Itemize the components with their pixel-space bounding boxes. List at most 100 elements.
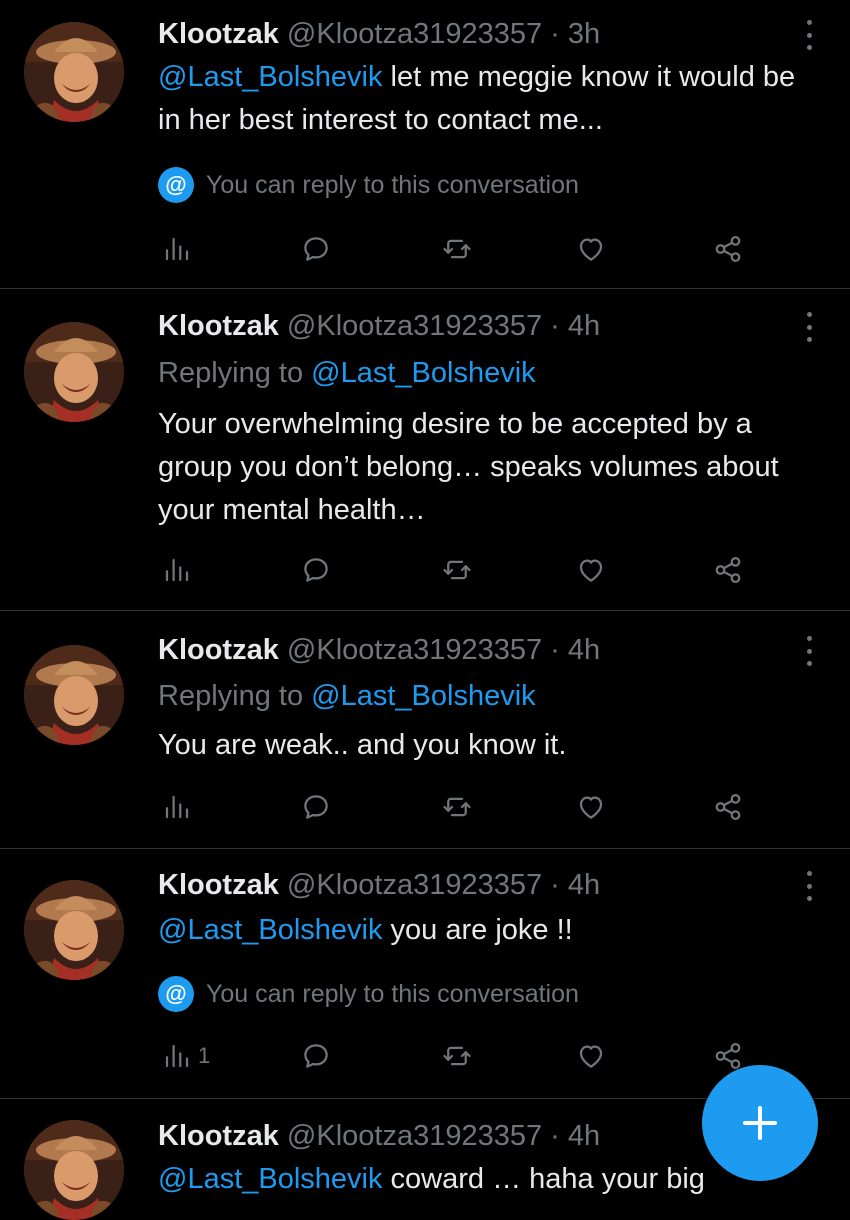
analytics-icon bbox=[162, 1041, 192, 1071]
tweet-text: @Last_Bolshevik coward … haha your big bbox=[158, 1158, 758, 1200]
author-name[interactable]: Klootzak bbox=[158, 1120, 279, 1152]
views-button[interactable]: 1 bbox=[162, 1036, 210, 1076]
reply-icon bbox=[301, 1041, 331, 1071]
divider bbox=[0, 288, 850, 289]
avatar[interactable] bbox=[24, 22, 124, 122]
replying-to: Replying to @Last_Bolshevik bbox=[158, 679, 536, 713]
like-button[interactable] bbox=[576, 550, 606, 590]
retweet-button[interactable] bbox=[442, 787, 472, 827]
more-vertical-icon[interactable] bbox=[800, 312, 818, 342]
avatar[interactable] bbox=[24, 1120, 124, 1220]
reply-notice: @ You can reply to this conversation bbox=[158, 167, 579, 203]
heart-icon bbox=[576, 234, 606, 264]
heart-icon bbox=[576, 792, 606, 822]
reply-button[interactable] bbox=[301, 787, 331, 827]
tweet-header: Klootzak @Klootza31923357 · 4h bbox=[158, 868, 600, 902]
retweet-button[interactable] bbox=[442, 1036, 472, 1076]
tweet-header: Klootzak @Klootza31923357 · 4h bbox=[158, 633, 600, 667]
author-handle[interactable]: @Klootza31923357 bbox=[287, 18, 542, 50]
replying-to: Replying to @Last_Bolshevik bbox=[158, 356, 536, 390]
replying-to-label: Replying to bbox=[158, 357, 312, 389]
avatar[interactable] bbox=[24, 322, 124, 422]
share-icon bbox=[713, 234, 743, 264]
replying-to-link[interactable]: @Last_Bolshevik bbox=[311, 357, 536, 389]
action-bar bbox=[158, 550, 758, 590]
timestamp[interactable]: 3h bbox=[568, 18, 600, 50]
tweet-header: Klootzak @Klootza31923357 · 4h bbox=[158, 1119, 600, 1153]
avatar[interactable] bbox=[24, 645, 124, 745]
reply-notice-text: You can reply to this conversation bbox=[206, 979, 579, 1008]
share-icon bbox=[713, 1041, 743, 1071]
tweet-text: @Last_Bolshevik let me meggie know it wo… bbox=[158, 56, 818, 142]
reply-button[interactable] bbox=[301, 550, 331, 590]
reply-notice: @ You can reply to this conversation bbox=[158, 976, 579, 1012]
divider bbox=[0, 848, 850, 849]
reply-button[interactable] bbox=[301, 229, 331, 269]
views-button[interactable] bbox=[162, 550, 198, 590]
at-icon: @ bbox=[158, 976, 194, 1012]
views-count: 1 bbox=[198, 1043, 211, 1068]
avatar[interactable] bbox=[24, 880, 124, 980]
tweet-text: Your overwhelming desire to be accepted … bbox=[158, 408, 779, 526]
separator-dot: · bbox=[550, 310, 560, 342]
timestamp[interactable]: 4h bbox=[568, 869, 600, 901]
timestamp[interactable]: 4h bbox=[568, 1120, 600, 1152]
divider bbox=[0, 610, 850, 611]
action-bar bbox=[158, 229, 758, 269]
compose-button[interactable] bbox=[702, 1065, 818, 1181]
tweet-text-content: coward … haha your big bbox=[382, 1163, 705, 1195]
separator-dot: · bbox=[550, 869, 560, 901]
author-handle[interactable]: @Klootza31923357 bbox=[287, 1120, 542, 1152]
plus-icon bbox=[743, 1106, 777, 1140]
share-button[interactable] bbox=[713, 550, 743, 590]
more-vertical-icon[interactable] bbox=[800, 636, 818, 666]
tweet-text: You are weak.. and you know it. bbox=[158, 729, 567, 761]
reply-icon bbox=[301, 234, 331, 264]
retweet-button[interactable] bbox=[442, 550, 472, 590]
author-name[interactable]: Klootzak bbox=[158, 18, 279, 50]
separator-dot: · bbox=[550, 634, 560, 666]
heart-icon bbox=[576, 1041, 606, 1071]
views-button[interactable] bbox=[162, 229, 198, 269]
retweet-button[interactable] bbox=[442, 229, 472, 269]
like-button[interactable] bbox=[576, 1036, 606, 1076]
reply-icon bbox=[301, 555, 331, 585]
author-handle[interactable]: @Klootza31923357 bbox=[287, 634, 542, 666]
reply-button[interactable] bbox=[301, 1036, 331, 1076]
tweet-header: Klootzak @Klootza31923357 · 4h bbox=[158, 309, 600, 343]
timestamp[interactable]: 4h bbox=[568, 634, 600, 666]
share-button[interactable] bbox=[713, 787, 743, 827]
reply-notice-text: You can reply to this conversation bbox=[206, 170, 579, 199]
share-button[interactable] bbox=[713, 229, 743, 269]
mention-link[interactable]: @Last_Bolshevik bbox=[158, 61, 383, 93]
retweet-icon bbox=[442, 792, 472, 822]
share-icon bbox=[713, 792, 743, 822]
author-handle[interactable]: @Klootza31923357 bbox=[287, 310, 542, 342]
author-handle[interactable]: @Klootza31923357 bbox=[287, 869, 542, 901]
heart-icon bbox=[576, 555, 606, 585]
reply-icon bbox=[301, 792, 331, 822]
retweet-icon bbox=[442, 555, 472, 585]
action-bar: 1 bbox=[158, 1036, 758, 1076]
tweet-text: @Last_Bolshevik you are joke !! bbox=[158, 909, 818, 952]
author-name[interactable]: Klootzak bbox=[158, 634, 279, 666]
tweet-text-content: you are joke !! bbox=[382, 914, 573, 946]
share-icon bbox=[713, 555, 743, 585]
retweet-icon bbox=[442, 1041, 472, 1071]
mention-link[interactable]: @Last_Bolshevik bbox=[158, 914, 383, 946]
views-button[interactable] bbox=[162, 787, 198, 827]
mention-link[interactable]: @Last_Bolshevik bbox=[158, 1163, 383, 1195]
more-vertical-icon[interactable] bbox=[800, 871, 818, 901]
like-button[interactable] bbox=[576, 787, 606, 827]
timestamp[interactable]: 4h bbox=[568, 310, 600, 342]
analytics-icon bbox=[162, 234, 192, 264]
replying-to-link[interactable]: @Last_Bolshevik bbox=[311, 680, 536, 712]
author-name[interactable]: Klootzak bbox=[158, 310, 279, 342]
analytics-icon bbox=[162, 792, 192, 822]
like-button[interactable] bbox=[576, 229, 606, 269]
retweet-icon bbox=[442, 234, 472, 264]
at-icon: @ bbox=[158, 167, 194, 203]
author-name[interactable]: Klootzak bbox=[158, 869, 279, 901]
action-bar bbox=[158, 787, 758, 827]
more-vertical-icon[interactable] bbox=[800, 20, 818, 50]
